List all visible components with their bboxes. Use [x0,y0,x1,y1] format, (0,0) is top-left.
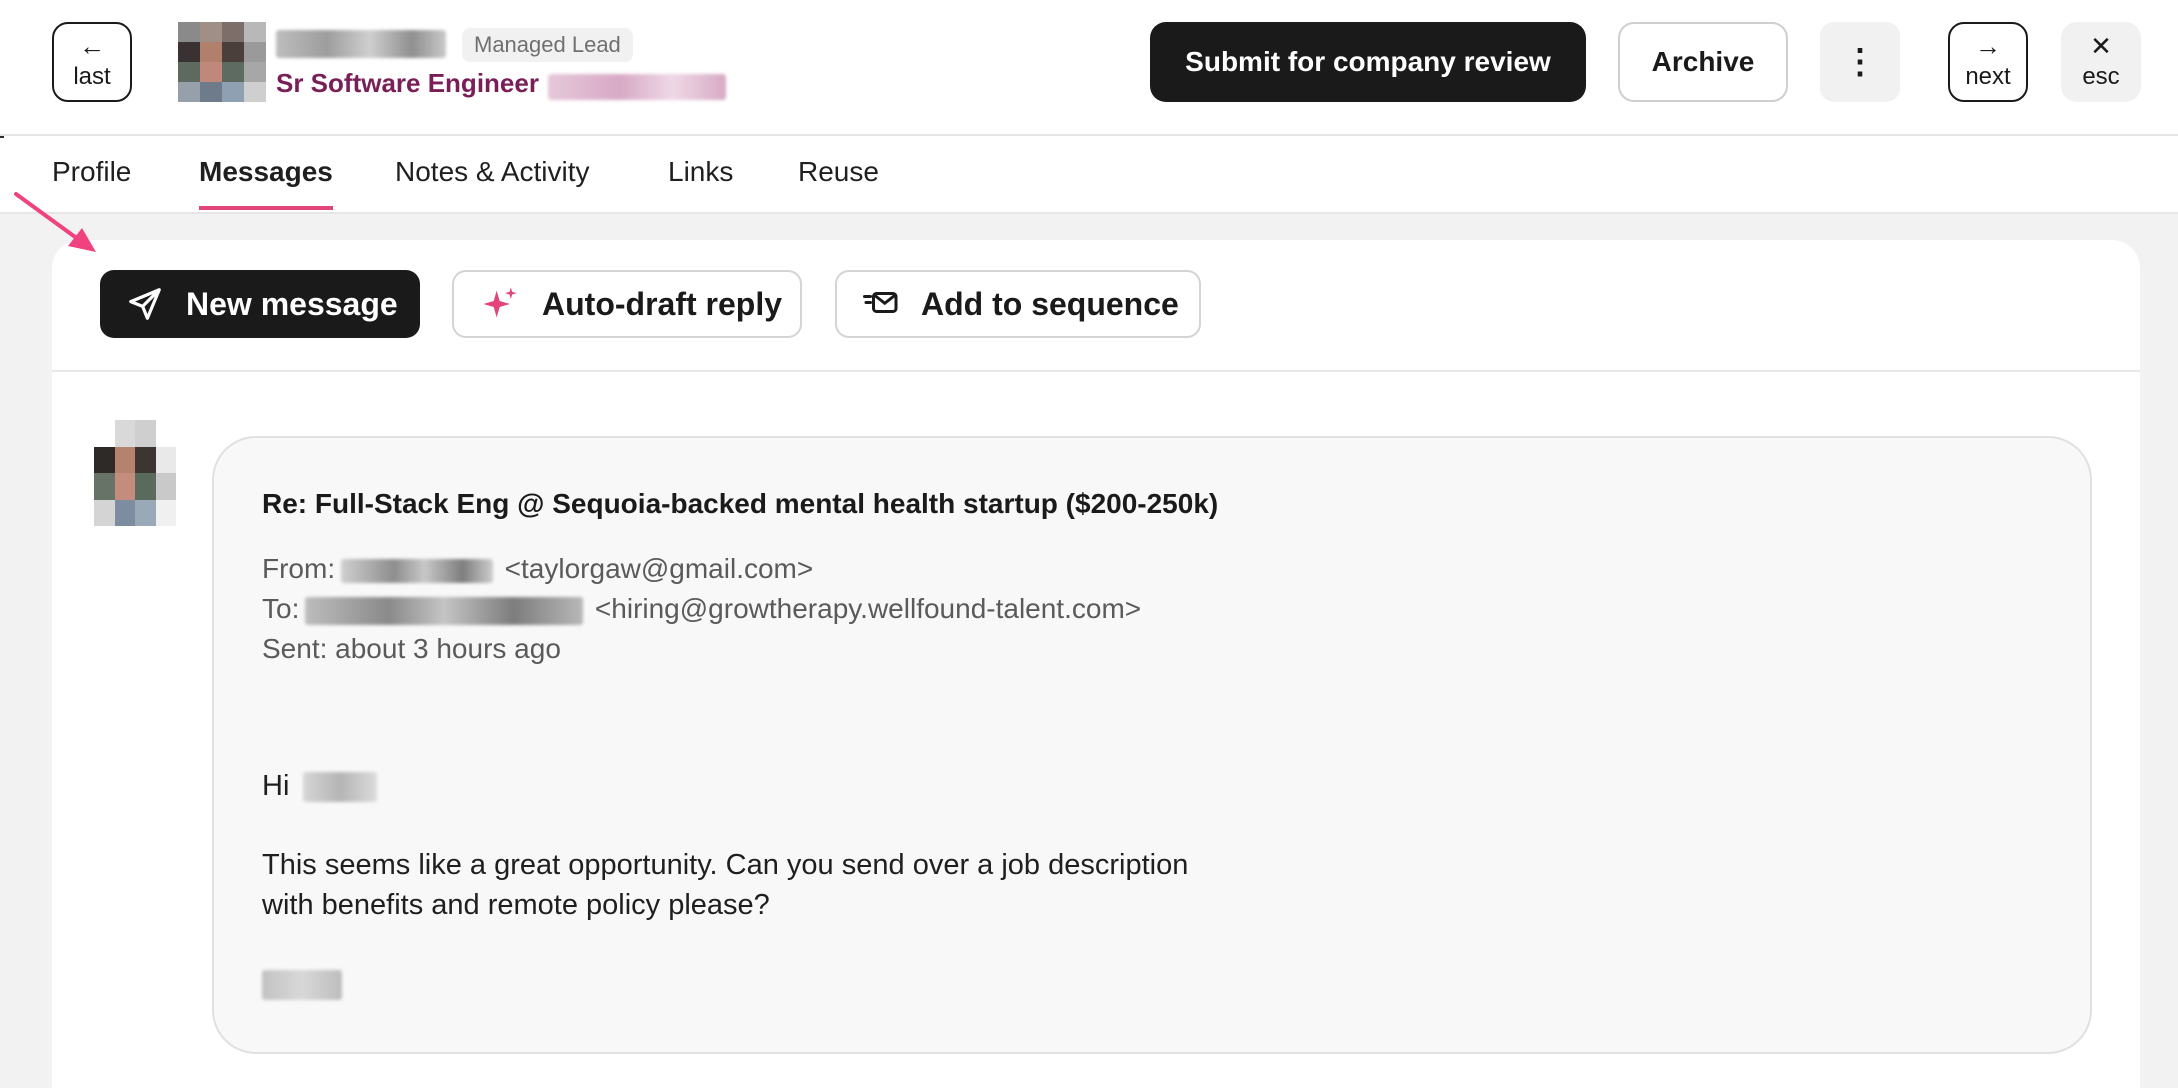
auto-draft-label: Auto-draft reply [542,285,782,322]
add-to-sequence-label: Add to sequence [921,285,1179,322]
message-subject: Re: Full-Stack Eng @ Sequoia-backed ment… [262,488,1219,519]
arrow-right-icon: → [1975,31,2001,61]
from-prefix: From: [262,553,336,584]
signature-redacted [262,970,342,1000]
esc-button[interactable]: ✕ esc [2061,22,2141,102]
tab-links[interactable]: Links [668,156,733,206]
divider [52,370,2140,372]
close-icon: ✕ [2090,31,2112,61]
more-vertical-icon: ⋮ [1843,43,1877,81]
candidate-name-redacted [276,30,446,58]
from-email: <taylorgaw@gmail.com> [504,553,814,584]
body-line: with benefits and remote policy please? [262,889,770,921]
next-button[interactable]: → next [1948,22,2028,102]
job-title[interactable]: Sr Software Engineer [276,68,539,99]
add-to-sequence-button[interactable]: Add to sequence [835,270,1201,338]
tab-notes-activity[interactable]: Notes & Activity [395,156,590,206]
archive-button[interactable]: Archive [1618,22,1788,102]
company-name-redacted [548,74,726,100]
avatar [178,22,266,102]
last-button[interactable]: ← last [52,22,132,102]
tab-bar: Profile Messages Notes & Activity Links … [0,138,2178,214]
message-sent-time: Sent: about 3 hours ago [262,633,561,664]
esc-label: esc [2082,63,2120,90]
last-label: last [73,63,111,90]
send-icon [129,288,161,320]
sequence-mail-icon [863,292,898,313]
sparkle-icon [483,287,517,318]
message-from: From: <taylorgaw@gmail.com> [262,553,813,585]
new-message-label: New message [186,285,398,322]
tab-reuse[interactable]: Reuse [798,156,879,206]
message-greeting: Hi [262,766,378,806]
message-card [212,436,2092,1054]
sender-name-redacted [340,558,493,583]
message-body: This seems like a great opportunity. Can… [262,845,1188,925]
auto-draft-reply-button[interactable]: Auto-draft reply [452,270,802,338]
more-options-button[interactable]: ⋮ [1820,22,1900,102]
next-label: next [1965,63,2011,90]
body-line: This seems like a great opportunity. Can… [262,849,1189,881]
tab-messages[interactable]: Messages [199,156,333,210]
to-email: <hiring@growtherapy.wellfound-talent.com… [594,593,1142,624]
new-message-button[interactable]: New message [100,270,420,338]
greeting-text: Hi [262,770,290,802]
message-to: To: <hiring@growtherapy.wellfound-talent… [262,593,1141,625]
lead-header: ← last Managed Lead Sr Software Engineer… [0,0,2178,136]
status-badge: Managed Lead [462,28,633,62]
greeting-name-redacted [303,772,378,803]
pointer-arrow-icon [14,192,96,252]
submit-for-review-button[interactable]: Submit for company review [1150,22,1586,102]
to-prefix: To: [262,593,300,624]
recipient-name-redacted [305,596,584,625]
arrow-left-icon: ← [79,31,105,61]
avatar [94,420,176,526]
